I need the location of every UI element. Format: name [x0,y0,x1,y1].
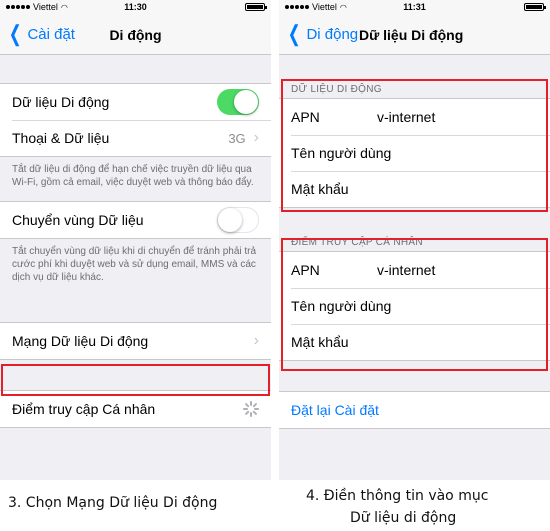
chevron-right-icon: › [253,129,259,146]
caption-right-line2: Dữ liệu di động [350,510,457,526]
network-group: Mạng Dữ liệu Di động › [0,322,271,360]
cellular-note: Tắt dữ liệu di động để hạn chế việc truy… [12,164,254,188]
reset-group: Đặt lại Cài đặt [279,391,550,429]
chevron-left-icon: ❮ [287,21,301,46]
battery-icon [245,3,267,11]
caption-left: 3. Chọn Mạng Dữ liệu Di động [8,495,218,511]
cellular-network-label: Mạng Dữ liệu Di động [12,333,149,349]
page-title: Dữ liệu Di động [359,27,464,43]
cellular-network-cell[interactable]: Mạng Dữ liệu Di động › [0,323,271,359]
page-title: Di động [109,27,162,43]
status-time: 11:30 [124,2,147,12]
reset-settings-button[interactable]: Đặt lại Cài đặt [279,392,550,428]
battery-icon [524,3,546,11]
hotspot-cell[interactable]: Điểm truy cập Cá nhân [0,391,271,427]
back-button[interactable]: ❮ Di động [285,21,359,46]
data-roaming-cell: Chuyển vùng Dữ liệu [0,202,271,238]
data-roaming-toggle[interactable] [217,207,259,233]
highlight-box-network [1,364,270,396]
voice-data-label: Thoại & Dữ liệu [12,130,110,146]
roaming-group: Chuyển vùng Dữ liệu [0,201,271,239]
voice-data-value: 3G [228,130,246,146]
spinner-icon [243,401,259,417]
back-label: Di động [306,25,359,43]
caption-right-line1: 4. Điền thông tin vào mục [306,488,489,504]
data-roaming-label: Chuyển vùng Dữ liệu [12,212,144,228]
status-bar: Viettel ◠ 11:31 [279,0,550,15]
cellular-data-toggle[interactable] [217,89,259,115]
status-time: 11:31 [403,2,426,12]
cellular-data-label: Dữ liệu Di động [12,94,110,110]
roaming-note: Tắt chuyển vùng dữ liệu khi di chuyển để… [12,246,257,283]
cellular-group: Dữ liệu Di động Thoại & Dữ liệu 3G › [0,83,271,157]
voice-data-cell[interactable]: Thoại & Dữ liệu 3G › [0,120,271,156]
nav-bar: ❮ Di động Dữ liệu Di động [279,15,550,55]
highlight-box-cellular [281,79,548,212]
reset-label: Đặt lại Cài đặt [291,402,379,418]
nav-bar: ❮ Cài đặt Di động [0,15,271,55]
status-bar: Viettel ◠ 11:30 [0,0,271,15]
hotspot-label: Điểm truy cập Cá nhân [12,401,156,417]
highlight-box-hotspot [281,238,548,371]
cellular-data-cell: Dữ liệu Di động [0,84,271,120]
chevron-right-icon: › [253,332,259,349]
left-phone-screen: Viettel ◠ 11:30 ❮ Cài đặt Di động Dữ liệ… [0,0,271,480]
